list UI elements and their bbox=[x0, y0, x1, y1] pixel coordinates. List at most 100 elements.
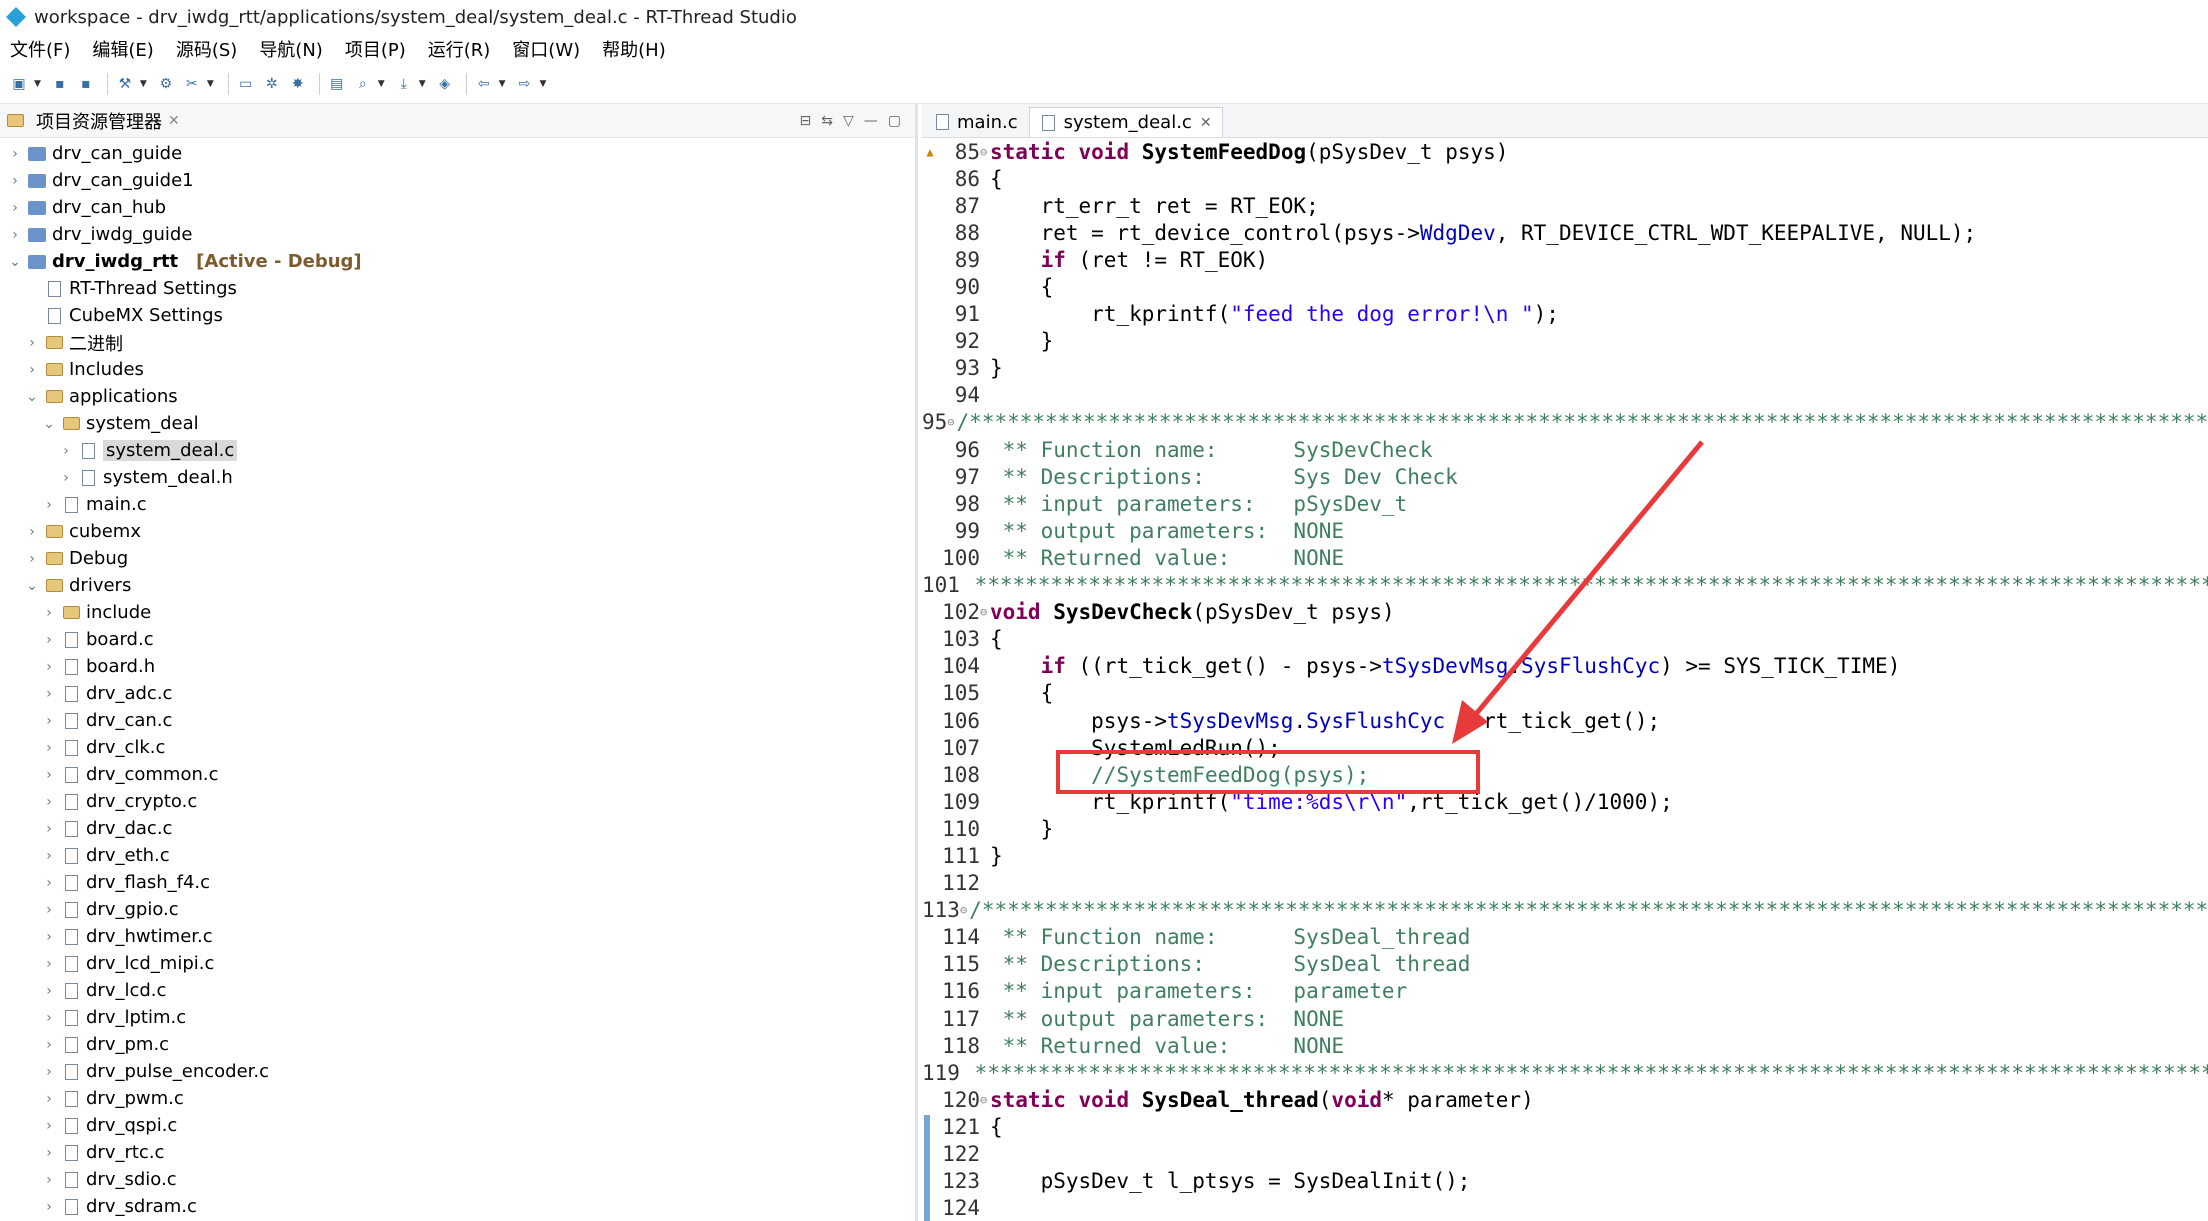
code-line[interactable]: 98 ** input parameters: pSysDev_t bbox=[922, 490, 2208, 517]
chevron-right-icon[interactable]: › bbox=[42, 497, 56, 513]
tree-item[interactable]: › board.h bbox=[0, 653, 915, 680]
chevron-right-icon[interactable]: › bbox=[8, 146, 22, 162]
tree-item[interactable]: › drv_can_hub bbox=[0, 194, 915, 221]
chevron-right-icon[interactable]: › bbox=[42, 1145, 56, 1161]
code-line[interactable]: 124 bbox=[922, 1195, 2208, 1221]
code-line[interactable]: 113 ⊖/***********************************… bbox=[922, 897, 2208, 924]
tree-item[interactable]: › drv_lcd.c bbox=[0, 977, 915, 1004]
fold-toggle-icon[interactable]: ⊖ bbox=[980, 605, 988, 619]
chevron-right-icon[interactable]: › bbox=[42, 740, 56, 756]
tree-item[interactable]: › drv_rtc.c bbox=[0, 1139, 915, 1166]
chevron-down-icon[interactable]: ▼ bbox=[499, 79, 506, 89]
chevron-right-icon[interactable]: › bbox=[42, 1091, 56, 1107]
settings-icon[interactable]: ✲ bbox=[261, 73, 283, 95]
chevron-right-icon[interactable]: › bbox=[8, 227, 22, 243]
code-line[interactable]: 100 ** Returned value: NONE bbox=[922, 544, 2208, 571]
chevron-right-icon[interactable]: › bbox=[8, 200, 22, 216]
tree-item[interactable]: › drv_crypto.c bbox=[0, 788, 915, 815]
code-line[interactable]: ▲ 85 ⊖ static void SystemFeedDog(pSysDev_t … bbox=[922, 138, 2208, 165]
clean-icon[interactable]: ✂ bbox=[181, 73, 203, 95]
menu-item-4[interactable]: 项目(P) bbox=[345, 36, 406, 62]
monitor-icon[interactable]: ▭ bbox=[235, 73, 257, 95]
tree-item[interactable]: › drv_common.c bbox=[0, 761, 915, 788]
chevron-down-icon[interactable]: ▼ bbox=[419, 79, 426, 89]
tree-item[interactable]: › drv_clk.c bbox=[0, 734, 915, 761]
tree-item[interactable]: CubeMX Settings bbox=[0, 302, 915, 329]
code-line[interactable]: 88 ret = rt_device_control(psys->WdgDev,… bbox=[922, 219, 2208, 246]
chevron-right-icon[interactable]: › bbox=[42, 1037, 56, 1053]
link-editor-icon[interactable]: ⇆ bbox=[821, 113, 833, 129]
code-line[interactable]: 92 } bbox=[922, 328, 2208, 355]
editor-tab-0[interactable]: main.c bbox=[922, 107, 1029, 137]
menu-item-6[interactable]: 窗口(W) bbox=[512, 36, 580, 62]
chevron-right-icon[interactable]: › bbox=[42, 875, 56, 891]
chevron-right-icon[interactable]: › bbox=[42, 794, 56, 810]
tree-item[interactable]: › drv_can_guide1 bbox=[0, 167, 915, 194]
chevron-right-icon[interactable]: › bbox=[25, 335, 39, 351]
chevron-right-icon[interactable]: › bbox=[42, 821, 56, 837]
minimize-icon[interactable]: — bbox=[864, 113, 878, 129]
code-line[interactable]: 106 psys->tSysDevMsg.SysFlushCyc = rt_ti… bbox=[922, 707, 2208, 734]
chevron-right-icon[interactable]: › bbox=[42, 605, 56, 621]
view-menu-icon[interactable]: ▽ bbox=[843, 113, 854, 129]
tree-item[interactable]: › Debug bbox=[0, 545, 915, 572]
tree-item[interactable]: › system_deal.h bbox=[0, 464, 915, 491]
chevron-right-icon[interactable]: › bbox=[42, 848, 56, 864]
save-all-icon[interactable]: ▪ bbox=[75, 73, 97, 95]
code-line[interactable]: 102 ⊖ void SysDevCheck(pSysDev_t psys) bbox=[922, 599, 2208, 626]
tree-item[interactable]: ⌄ drivers bbox=[0, 572, 915, 599]
code-line[interactable]: 104 if ((rt_tick_get() - psys->tSysDevMs… bbox=[922, 653, 2208, 680]
save-icon[interactable]: ▪ bbox=[49, 73, 71, 95]
menu-item-3[interactable]: 导航(N) bbox=[259, 36, 323, 62]
tree-item[interactable]: ⌄ drv_iwdg_rtt [Active - Debug] bbox=[0, 248, 915, 275]
chevron-down-icon[interactable]: ▼ bbox=[378, 79, 385, 89]
chevron-down-icon[interactable]: ▼ bbox=[540, 79, 547, 89]
code-line[interactable]: 89 if (ret != RT_EOK) bbox=[922, 246, 2208, 273]
tree-item[interactable]: › 二进制 bbox=[0, 329, 915, 356]
chevron-right-icon[interactable]: › bbox=[25, 362, 39, 378]
chevron-right-icon[interactable]: › bbox=[42, 956, 56, 972]
build-hammer-icon[interactable]: ⚒ bbox=[114, 73, 136, 95]
chevron-down-icon[interactable]: ▼ bbox=[140, 79, 147, 89]
code-line[interactable]: 115 ** Descriptions: SysDeal thread bbox=[922, 951, 2208, 978]
chevron-down-icon[interactable]: ⌄ bbox=[25, 389, 39, 405]
code-line[interactable]: 118 ** Returned value: NONE bbox=[922, 1032, 2208, 1059]
chevron-down-icon[interactable]: ▼ bbox=[34, 79, 41, 89]
menu-item-7[interactable]: 帮助(H) bbox=[602, 36, 666, 62]
code-line[interactable]: 91 rt_kprintf("feed the dog error!\n "); bbox=[922, 301, 2208, 328]
back-arrow-icon[interactable]: ⇦ bbox=[473, 73, 495, 95]
code-line[interactable]: 87 rt_err_t ret = RT_EOK; bbox=[922, 192, 2208, 219]
chevron-right-icon[interactable]: › bbox=[42, 902, 56, 918]
chevron-right-icon[interactable]: › bbox=[42, 1118, 56, 1134]
tree-item[interactable]: › drv_adc.c bbox=[0, 680, 915, 707]
fold-toggle-icon[interactable]: ⊖ bbox=[947, 415, 954, 429]
menu-item-2[interactable]: 源码(S) bbox=[176, 36, 237, 62]
chevron-right-icon[interactable]: › bbox=[42, 767, 56, 783]
tree-item[interactable]: › main.c bbox=[0, 491, 915, 518]
tree-item[interactable]: › Includes bbox=[0, 356, 915, 383]
code-line[interactable]: 120 ⊖ static void SysDeal_thread(void* par… bbox=[922, 1086, 2208, 1113]
tree-item[interactable]: › drv_iwdg_guide bbox=[0, 221, 915, 248]
code-line[interactable]: 96 ** Function name: SysDevCheck bbox=[922, 436, 2208, 463]
chevron-right-icon[interactable]: › bbox=[25, 551, 39, 567]
code-line[interactable]: 111} bbox=[922, 842, 2208, 869]
tree-item[interactable]: ⌄ applications bbox=[0, 383, 915, 410]
menu-item-5[interactable]: 运行(R) bbox=[428, 36, 491, 62]
close-icon[interactable]: ✕ bbox=[1200, 115, 1212, 131]
code-line[interactable]: 93} bbox=[922, 355, 2208, 382]
menu-item-1[interactable]: 编辑(E) bbox=[92, 36, 153, 62]
layers-icon[interactable]: ◈ bbox=[434, 73, 456, 95]
tree-item[interactable]: ⌄ system_deal bbox=[0, 410, 915, 437]
code-line[interactable]: 122 bbox=[922, 1140, 2208, 1167]
tree-item[interactable]: › cubemx bbox=[0, 518, 915, 545]
debug-bug-icon[interactable]: ✸ bbox=[287, 73, 309, 95]
chevron-right-icon[interactable]: › bbox=[42, 659, 56, 675]
code-line[interactable]: 117 ** output parameters: NONE bbox=[922, 1005, 2208, 1032]
menu-item-0[interactable]: 文件(F) bbox=[10, 36, 70, 62]
code-line[interactable]: 110 } bbox=[922, 815, 2208, 842]
chevron-right-icon[interactable]: › bbox=[42, 1199, 56, 1215]
code-line[interactable]: 90 { bbox=[922, 273, 2208, 300]
new-icon[interactable]: ▣ bbox=[8, 73, 30, 95]
chevron-right-icon[interactable]: › bbox=[42, 983, 56, 999]
code-line[interactable]: 103 { bbox=[922, 626, 2208, 653]
